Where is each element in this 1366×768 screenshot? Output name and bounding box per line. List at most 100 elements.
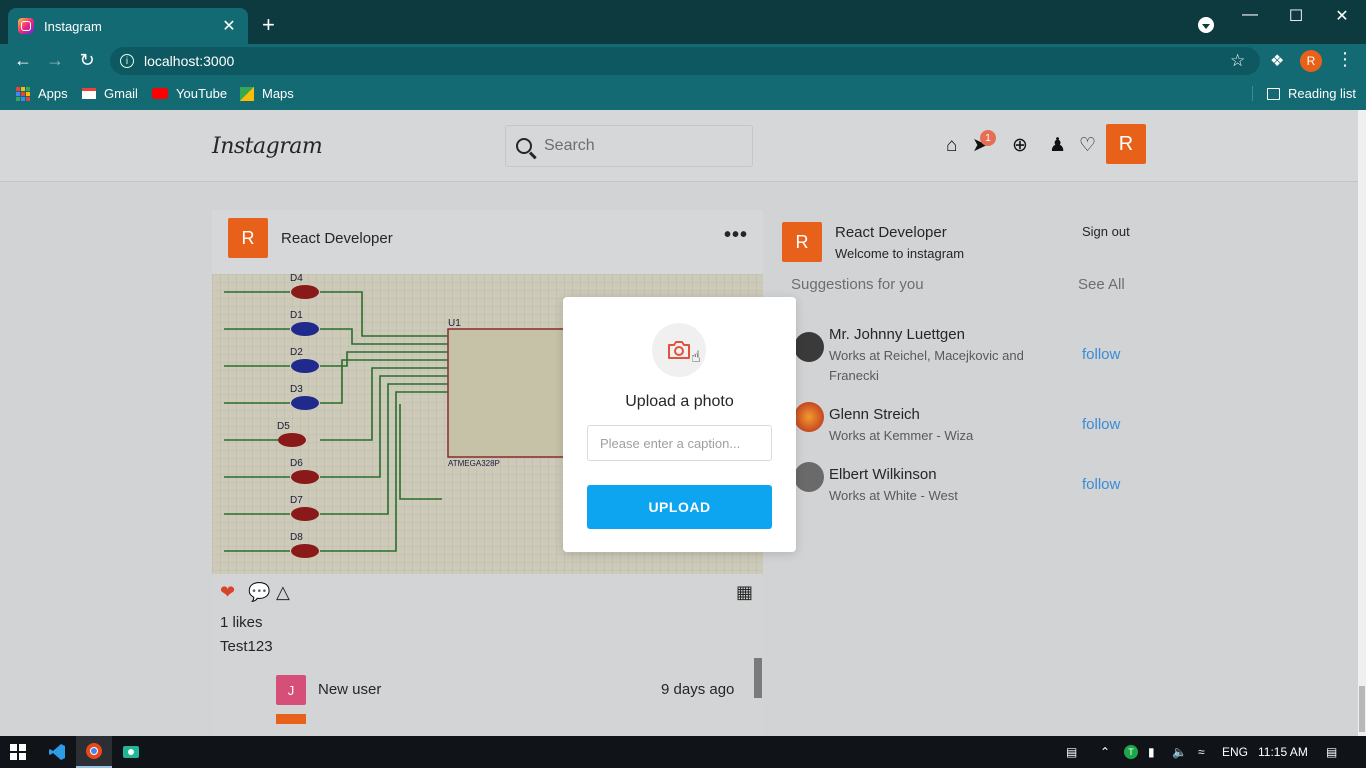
page-scroll-thumb[interactable]: [1359, 686, 1365, 732]
new-tab-button[interactable]: +: [262, 14, 275, 36]
bookmark-star-icon[interactable]: ☆: [1230, 51, 1245, 71]
battery-icon[interactable]: ▮: [1148, 745, 1155, 759]
add-post-icon[interactable]: ⊕: [1012, 136, 1028, 156]
browser-menu-icon[interactable]: ⋮: [1336, 49, 1354, 70]
search-placeholder: Search: [544, 137, 595, 154]
site-info-icon[interactable]: i: [120, 54, 134, 68]
bookmark-label: YouTube: [176, 86, 228, 101]
browser-tab-strip: Instagram ✕ + — ☐ ✕: [0, 0, 1366, 44]
comment-username[interactable]: New user: [318, 681, 381, 698]
maps-icon: [240, 86, 254, 101]
caption-input[interactable]: [587, 425, 772, 461]
chip-part-label: ATMEGA328P: [448, 459, 500, 468]
bookmark-icon[interactable]: ▦: [736, 582, 753, 603]
clock-time[interactable]: 11:15 AM: [1258, 745, 1308, 759]
suggestion-avatar[interactable]: [794, 462, 824, 492]
people-icon[interactable]: ♟: [1049, 136, 1066, 156]
post-username[interactable]: React Developer: [281, 230, 393, 247]
comment-icon[interactable]: 💬: [248, 582, 270, 603]
comments-scrollbar[interactable]: [754, 658, 762, 698]
tray-app-icon[interactable]: T: [1124, 745, 1138, 759]
windows-taskbar: ▤ ⌃ T ▮ 🔈 ≈ ENG 11:15 AM ▤: [0, 736, 1366, 768]
suggestion-name[interactable]: Mr. Johnny Luettgen: [829, 326, 965, 343]
user-avatar-button[interactable]: R: [1106, 124, 1146, 164]
address-bar[interactable]: i localhost:3000: [110, 47, 1260, 75]
post-actions: ❤ 💬 △ ▦: [220, 582, 755, 606]
pointer-cursor-icon: ☝: [691, 349, 701, 366]
sidebar: R React Developer Welcome to instagram S…: [782, 210, 1142, 510]
back-arrow-icon[interactable]: ←: [12, 50, 34, 71]
window-close-icon[interactable]: ✕: [1332, 6, 1352, 26]
search-icon: [516, 138, 532, 154]
follow-button[interactable]: follow: [1082, 416, 1120, 433]
follow-button[interactable]: follow: [1082, 476, 1120, 493]
page-scrollbar[interactable]: [1358, 110, 1366, 736]
volume-icon[interactable]: 🔈: [1172, 745, 1187, 759]
suggestion-work: Works at White - West: [829, 488, 958, 503]
upload-button[interactable]: UPLOAD: [587, 485, 772, 529]
comment-avatar-partial: [276, 714, 306, 724]
led-label: D8: [290, 532, 303, 543]
heart-icon[interactable]: ♡: [1079, 136, 1096, 156]
screen-recorder-taskbar-icon[interactable]: [114, 736, 148, 768]
bookmarks-bar: Apps Gmail YouTube Maps Reading list: [0, 78, 1366, 110]
suggestions-title: Suggestions for you: [791, 276, 924, 293]
wifi-icon[interactable]: ≈: [1198, 745, 1205, 759]
home-icon[interactable]: ⌂: [946, 136, 957, 156]
led-label: D5: [277, 421, 290, 432]
more-options-icon[interactable]: •••: [724, 224, 748, 247]
vscode-taskbar-icon[interactable]: [40, 736, 74, 768]
bookmark-label: Apps: [38, 86, 68, 101]
post-caption: Test123: [220, 638, 273, 655]
instagram-logo[interactable]: Instagram: [212, 134, 323, 159]
page-content: Instagram Search ⌂ ➤ 1 ⊕ ♟ ♡ R R React D…: [0, 110, 1358, 736]
windows-start-icon[interactable]: [4, 736, 32, 768]
instagram-favicon-icon: [18, 18, 34, 34]
tray-chevron-icon[interactable]: ⌃: [1100, 745, 1110, 759]
suggestion-name[interactable]: Glenn Streich: [829, 406, 920, 423]
bookmark-apps[interactable]: Apps: [16, 86, 68, 101]
likes-count: 1 likes: [220, 614, 263, 631]
maximize-icon[interactable]: ☐: [1286, 6, 1306, 26]
chrome-taskbar-icon[interactable]: [76, 736, 112, 768]
reading-list-icon: [1267, 87, 1280, 100]
bookmark-youtube[interactable]: YouTube: [152, 86, 227, 101]
forward-arrow-icon[interactable]: →: [44, 50, 66, 71]
reading-list-label: Reading list: [1288, 86, 1356, 101]
suggestion-avatar[interactable]: [794, 402, 824, 432]
bookmark-maps[interactable]: Maps: [240, 86, 294, 101]
youtube-icon: [152, 88, 168, 99]
extensions-puzzle-icon[interactable]: ❖: [1270, 51, 1284, 71]
address-toolbar: ← → ↻ i localhost:3000 ☆ ❖ R ⋮: [0, 44, 1366, 78]
upload-modal: ☝ Upload a photo UPLOAD: [563, 297, 796, 552]
bookmark-gmail[interactable]: Gmail: [82, 86, 138, 101]
close-tab-icon[interactable]: ✕: [220, 16, 238, 36]
chip-label: U1: [448, 318, 461, 329]
comment-avatar[interactable]: J: [276, 675, 306, 705]
share-icon[interactable]: △: [276, 582, 290, 603]
notifications-icon[interactable]: ▤: [1326, 745, 1337, 759]
see-all-link[interactable]: See All: [1078, 276, 1125, 293]
reload-icon[interactable]: ↻: [76, 50, 98, 71]
sign-out-button[interactable]: Sign out: [1082, 224, 1130, 239]
notification-badge: 1: [980, 130, 996, 146]
suggestion-avatar[interactable]: [794, 332, 824, 362]
suggestion-name[interactable]: Elbert Wilkinson: [829, 466, 937, 483]
post-header: R React Developer •••: [212, 210, 763, 274]
browser-tab-instagram[interactable]: Instagram ✕: [8, 8, 248, 44]
minimize-icon[interactable]: —: [1240, 6, 1260, 24]
sidebar-avatar[interactable]: R: [782, 222, 822, 262]
reading-list-button[interactable]: Reading list: [1252, 86, 1356, 101]
search-input[interactable]: Search: [505, 125, 753, 167]
post-avatar[interactable]: R: [228, 218, 268, 258]
tab-search-icon[interactable]: [1198, 17, 1214, 33]
tab-title: Instagram: [44, 18, 102, 34]
news-icon[interactable]: ▤: [1066, 745, 1077, 759]
bookmark-label: Gmail: [104, 86, 138, 101]
follow-button[interactable]: follow: [1082, 346, 1120, 363]
language-indicator[interactable]: ENG: [1222, 745, 1248, 759]
led-label: D1: [290, 310, 303, 321]
led-label: D4: [290, 274, 303, 284]
like-heart-icon[interactable]: ❤: [220, 582, 235, 603]
profile-avatar[interactable]: R: [1300, 50, 1322, 72]
